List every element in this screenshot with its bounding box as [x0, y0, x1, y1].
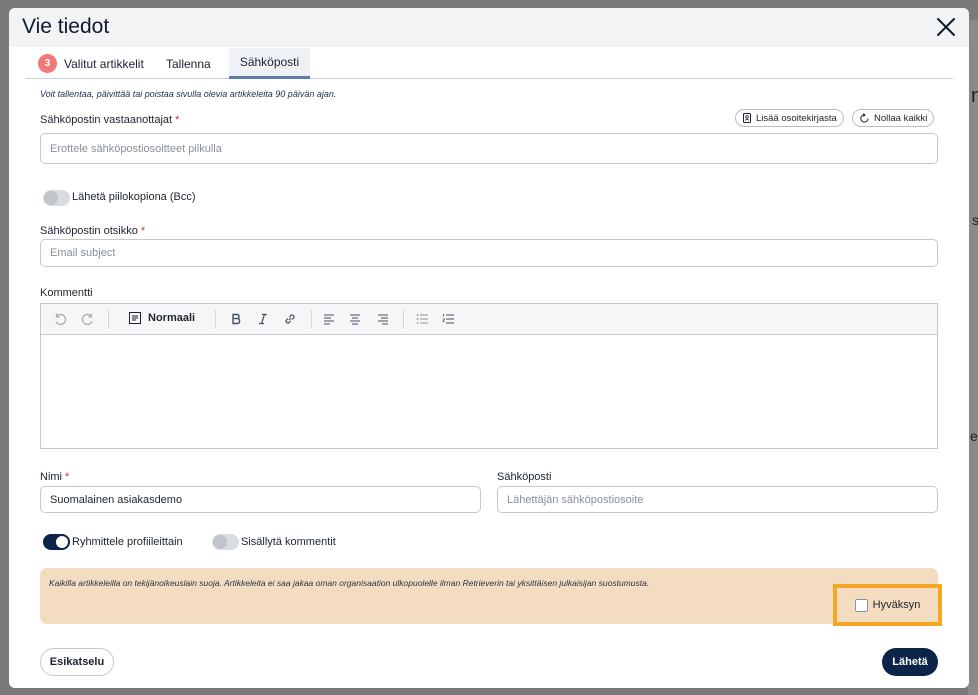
- copyright-notice-text: Kaikilla artikkeleilla on tekijänoikeusl…: [49, 578, 650, 588]
- recipients-label: Sähköpostin vastaanottajat *: [40, 114, 180, 126]
- accept-checkbox-area[interactable]: Hyväksyn: [833, 584, 942, 626]
- required-mark: *: [65, 471, 70, 483]
- group-by-profile-label: Ryhmittele profiileittain: [72, 536, 183, 548]
- bold-icon: [232, 313, 241, 325]
- background-text-fragment: el: [970, 428, 978, 444]
- addressbook-icon: [743, 113, 751, 123]
- toolbar-separator: [215, 310, 216, 329]
- reset-all-button[interactable]: Nollaa kaikki: [852, 109, 935, 127]
- sender-email-label: Sähköposti: [497, 471, 552, 483]
- accept-checkbox[interactable]: [854, 598, 868, 612]
- numbered-list-button[interactable]: [440, 311, 456, 327]
- dialog-title: Vie tiedot: [22, 15, 110, 38]
- required-mark: *: [140, 225, 146, 237]
- bcc-toggle-label: Lähetä piilokopiona (Bcc): [72, 191, 196, 203]
- editor-toolbar: Normaali: [41, 304, 937, 335]
- align-right-button[interactable]: [375, 311, 391, 327]
- tab-bar: 3 Valitut artikkelit Tallenna Sähköposti: [26, 48, 953, 79]
- include-comments-label: Sisällytä kommentit: [241, 536, 336, 548]
- reset-icon: [860, 112, 869, 123]
- align-left-icon: [324, 314, 334, 325]
- close-icon: [937, 18, 955, 36]
- subject-label: Sähköpostin otsikko *: [40, 225, 146, 237]
- close-button[interactable]: [935, 16, 957, 38]
- background-text-fragment: s: [972, 212, 978, 228]
- copyright-notice: Kaikilla artikkeleilla on tekijänoikeusl…: [40, 568, 938, 624]
- redo-button[interactable]: [79, 311, 95, 327]
- numbered-list-icon: [441, 313, 454, 324]
- sender-email-input[interactable]: [497, 486, 938, 513]
- bold-button[interactable]: [228, 311, 244, 327]
- align-left-button[interactable]: [321, 311, 337, 327]
- background-text-fragment: n: [971, 85, 978, 107]
- recipients-input[interactable]: [40, 133, 938, 164]
- tab-label: Sähköposti: [239, 55, 300, 69]
- name-input[interactable]: [40, 486, 481, 513]
- export-dialog: Vie tiedot 3 Valitut artikkelit Tallenna…: [9, 8, 969, 688]
- align-center-icon: [350, 314, 360, 325]
- group-by-profile-toggle[interactable]: [43, 534, 70, 550]
- italic-button[interactable]: [255, 311, 271, 327]
- toolbar-separator: [403, 310, 404, 329]
- background-scrollbar: [968, 20, 978, 695]
- tab-label: Tallenna: [166, 56, 211, 71]
- undo-button[interactable]: [52, 311, 68, 327]
- preview-button[interactable]: Esikatselu: [40, 648, 114, 676]
- include-comments-toggle[interactable]: [212, 534, 239, 550]
- paragraph-style-icon: [129, 312, 141, 324]
- redo-icon: [81, 313, 93, 325]
- retention-info-note: Voit tallentaa, päivittää tai poistaa si…: [40, 89, 337, 99]
- link-icon: [285, 314, 295, 324]
- tab-label: Valitut artikkelit: [64, 56, 144, 71]
- tab-save[interactable]: Tallenna: [166, 48, 222, 79]
- comment-label: Kommentti: [40, 287, 93, 299]
- align-right-icon: [378, 314, 388, 325]
- tab-selected-articles[interactable]: 3 Valitut artikkelit: [38, 48, 150, 79]
- link-button[interactable]: [282, 311, 298, 327]
- toolbar-separator: [311, 310, 312, 329]
- selected-count-badge: 3: [38, 54, 57, 73]
- dialog-header: Vie tiedot: [9, 8, 969, 47]
- comment-textarea[interactable]: [41, 335, 937, 448]
- name-label: Nimi *: [40, 471, 70, 483]
- toolbar-separator: [108, 310, 109, 329]
- accept-label: Hyväksyn: [872, 599, 921, 611]
- subject-input[interactable]: [40, 239, 938, 267]
- bulleted-list-icon: [416, 314, 428, 324]
- undo-icon: [54, 313, 66, 325]
- align-center-button[interactable]: [347, 311, 363, 327]
- send-button[interactable]: Lähetä: [882, 648, 938, 676]
- required-mark: *: [175, 114, 180, 126]
- bcc-toggle[interactable]: [43, 190, 70, 206]
- tab-email[interactable]: Sähköposti: [229, 48, 310, 79]
- comment-editor: Normaali: [40, 303, 938, 449]
- bulleted-list-button[interactable]: [414, 311, 430, 327]
- paragraph-style-select[interactable]: Normaali: [129, 312, 195, 324]
- italic-icon: [259, 313, 267, 325]
- add-from-addressbook-button[interactable]: Lisää osoitekirjasta: [735, 109, 844, 127]
